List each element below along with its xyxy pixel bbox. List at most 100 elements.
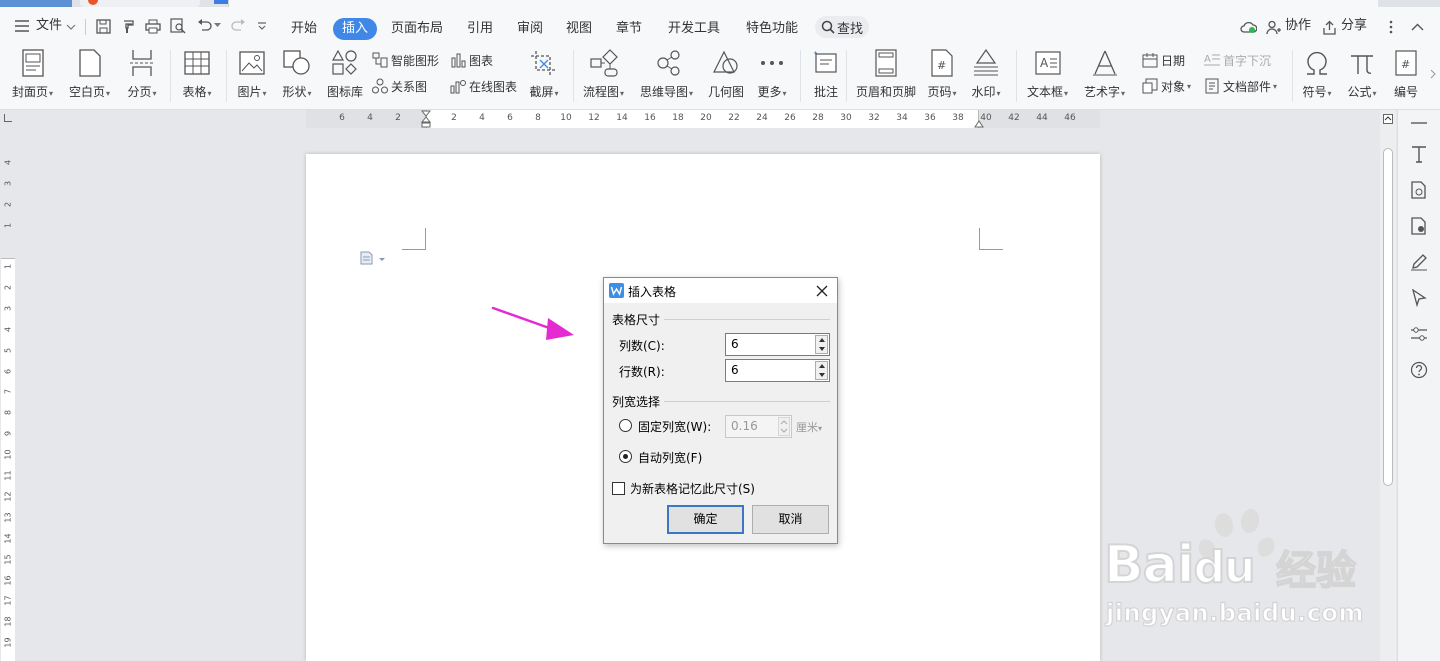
panel-drag-handle[interactable]	[1411, 122, 1427, 124]
horizontal-ruler[interactable]: 6 4 2 2 4 6 8 10 12 14 16 18 20 22 24 26 28 30 32 34 36 38 40 4…	[0, 110, 1380, 128]
columns-spin-buttons[interactable]	[815, 335, 828, 354]
fixed-width-label[interactable]: 固定列宽(W):	[638, 418, 711, 435]
flowchart-button[interactable]: 流程图▾	[583, 47, 624, 100]
table-button[interactable]: 表格▾	[181, 47, 213, 100]
more-options-icon[interactable]	[1385, 19, 1397, 35]
file-menu[interactable]: 文件	[36, 7, 62, 45]
collaborate-label[interactable]: 协作	[1285, 7, 1311, 45]
tab-features[interactable]: 特色功能	[742, 18, 802, 40]
tab-review[interactable]: 审阅	[509, 18, 551, 40]
dialog-titlebar[interactable]: 插入表格	[604, 278, 837, 303]
hamburger-icon[interactable]	[14, 19, 30, 33]
cover-page-button[interactable]: 封面页▾	[12, 47, 53, 100]
tab-insert[interactable]: 插入	[333, 18, 378, 40]
sliders-icon[interactable]	[1408, 323, 1430, 345]
fixed-width-radio[interactable]	[619, 419, 632, 432]
select-cursor-icon[interactable]	[1408, 287, 1430, 309]
vertical-scrollbar[interactable]	[1380, 110, 1396, 661]
tab-stop-icon[interactable]	[4, 114, 12, 122]
text-box-button[interactable]: A 文本框▾	[1027, 47, 1068, 100]
icon-library-button[interactable]: 图标库	[327, 47, 363, 100]
rows-stepper[interactable]: 6	[725, 359, 830, 382]
numbering-button[interactable]: # 编号	[1390, 47, 1422, 100]
fixed-width-spin-buttons[interactable]	[778, 417, 790, 436]
redo-icon[interactable]	[230, 18, 246, 34]
screenshot-button[interactable]: 截屏▾	[528, 47, 560, 100]
doc-search-icon[interactable]	[1408, 179, 1430, 201]
unit-dropdown[interactable]: 厘米▾	[796, 419, 822, 435]
geometry-button[interactable]: 几何图	[708, 47, 744, 100]
watermark-button[interactable]: 水印▾	[970, 47, 1002, 100]
remember-size-checkbox[interactable]	[612, 482, 625, 495]
remember-size-label[interactable]: 为新表格记忆此尺寸(S)	[630, 480, 755, 497]
word-art-button[interactable]: 艺术字▾	[1084, 47, 1125, 100]
chart-button[interactable]: 图表	[450, 50, 493, 70]
cloud-sync-icon[interactable]	[1239, 19, 1257, 35]
scroll-to-top-icon[interactable]	[1383, 113, 1393, 124]
shape-button[interactable]: 形状▾	[281, 47, 313, 100]
share-icon[interactable]	[1321, 19, 1337, 35]
date-button[interactable]: 日期	[1142, 50, 1185, 70]
collapse-ribbon-icon[interactable]	[1409, 19, 1425, 35]
cancel-button[interactable]: 取消	[752, 505, 829, 534]
header-footer-button[interactable]: 页眉和页脚	[856, 47, 916, 100]
scrollbar-thumb[interactable]	[1383, 148, 1393, 486]
vertical-ruler[interactable]: 4 3 2 1 1 2 3 4 5 6 7 8 9 10 11 12 13 14 15 16 17 18 19	[0, 128, 16, 661]
paragraph-options-icon[interactable]	[360, 251, 386, 265]
symbol-button[interactable]: 符号▾	[1301, 47, 1333, 100]
doc-parts-button[interactable]: 文档部件 ▾	[1204, 76, 1277, 96]
ribbon-scroll-right-icon[interactable]	[1428, 67, 1438, 81]
formula-button[interactable]: 公式▾	[1346, 47, 1378, 100]
mind-map-button[interactable]: 思维导图▾	[640, 47, 693, 100]
divider	[573, 50, 574, 102]
page-number-button[interactable]: # 页码▾	[926, 47, 958, 100]
tab-view[interactable]: 视图	[558, 18, 600, 40]
auto-width-label[interactable]: 自动列宽(F)	[638, 449, 702, 466]
tab-developer[interactable]: 开发工具	[664, 18, 724, 40]
app-tab[interactable]	[0, 0, 72, 7]
right-indent-marker-icon[interactable]	[974, 117, 984, 128]
doc-settings-icon[interactable]	[1408, 215, 1430, 237]
save-icon[interactable]	[95, 18, 111, 34]
tab-page-layout[interactable]: 页面布局	[388, 18, 446, 40]
rows-spin-buttons[interactable]	[815, 361, 828, 380]
drop-cap-button[interactable]: A 首字下沉	[1204, 50, 1271, 70]
undo-dropdown-icon[interactable]	[213, 21, 221, 29]
picture-button[interactable]: 图片▾	[236, 47, 268, 100]
undo-icon[interactable]	[196, 18, 212, 34]
share-label[interactable]: 分享	[1341, 7, 1367, 45]
tab-references[interactable]: 引用	[459, 18, 501, 40]
chevron-down-icon[interactable]	[65, 21, 77, 33]
comment-button[interactable]: 批注	[810, 47, 842, 100]
print-icon[interactable]	[145, 18, 161, 34]
help-icon[interactable]	[1408, 359, 1430, 381]
spin-up-icon[interactable]	[819, 338, 825, 342]
ok-button[interactable]: 确定	[667, 505, 744, 534]
relation-graph-button[interactable]: 关系图	[372, 76, 427, 96]
close-icon[interactable]	[814, 283, 830, 299]
more-button[interactable]: 更多▾	[756, 47, 788, 100]
pen-edit-icon[interactable]	[1408, 251, 1430, 273]
fixed-width-stepper[interactable]: 0.16	[725, 415, 792, 438]
auto-width-radio[interactable]	[619, 450, 632, 463]
online-chart-button[interactable]: 在线图表	[450, 76, 517, 96]
indent-marker-icon[interactable]	[420, 110, 432, 128]
text-style-icon[interactable]	[1408, 143, 1430, 165]
spin-down-icon[interactable]	[819, 347, 825, 351]
doc-tab[interactable]	[80, 0, 200, 7]
object-icon	[1142, 78, 1158, 94]
print-preview-icon[interactable]	[170, 18, 186, 34]
collaborate-icon[interactable]	[1265, 19, 1281, 35]
format-painter-icon[interactable]	[120, 18, 136, 34]
smart-art-button[interactable]: 智能图形	[372, 50, 439, 70]
blank-page-button[interactable]: 空白页▾	[69, 47, 110, 100]
columns-stepper[interactable]: 6	[725, 333, 830, 356]
tab-chapter[interactable]: 章节	[608, 18, 650, 40]
tab-start[interactable]: 开始	[283, 18, 325, 40]
search-box[interactable]: 查找	[815, 16, 869, 38]
customize-toolbar-icon[interactable]	[256, 19, 268, 33]
page-break-button[interactable]: 分页▾	[126, 47, 158, 100]
spin-down-icon[interactable]	[819, 373, 825, 377]
spin-up-icon[interactable]	[819, 364, 825, 368]
object-button[interactable]: 对象 ▾	[1142, 76, 1191, 96]
